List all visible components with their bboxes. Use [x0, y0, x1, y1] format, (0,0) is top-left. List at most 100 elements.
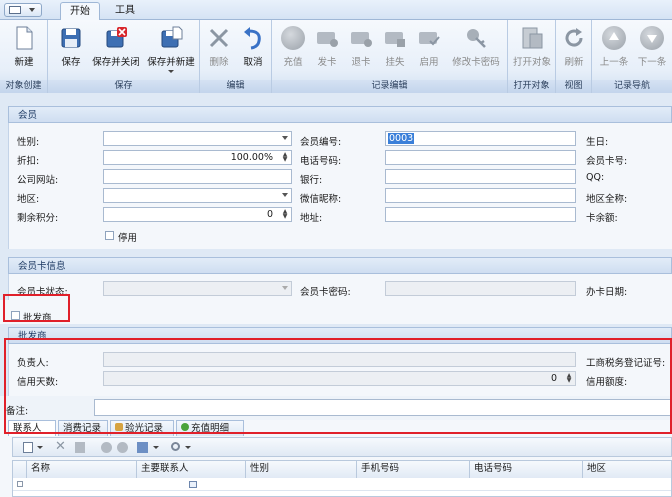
grid-header-phone[interactable]: 电话号码 [470, 461, 583, 478]
enable-button[interactable]: 启用 [414, 24, 444, 76]
quick-access-menu-button[interactable] [4, 3, 42, 17]
highlight-box-wholesale-checkbox [3, 294, 70, 322]
undo-arrow-icon [244, 27, 261, 50]
member-no-field[interactable]: 0003 [385, 131, 576, 146]
refresh-button[interactable]: 刷新 [559, 24, 589, 76]
balance-label: 卡余额: [586, 213, 618, 224]
card-status-select[interactable] [103, 281, 292, 296]
arrow-down-icon[interactable] [117, 442, 128, 453]
section-title-card: 会员卡信息 [8, 257, 672, 274]
new-row-icon[interactable] [23, 442, 33, 453]
card-check-icon [419, 32, 440, 46]
member-no-label: 会员编号: [300, 137, 342, 148]
new-row-marker-icon [17, 481, 23, 487]
group-label-object-create: 对象创建 [0, 80, 47, 93]
save-new-button[interactable]: 保存并新建 [144, 24, 198, 76]
group-view: 刷新 视图 [556, 20, 592, 93]
gender-select[interactable] [103, 131, 292, 146]
ribbon-toolbar: 新建 对象创建 保存 保存并关闭 保存并新建 保存 删除 取消 编辑 充值 发卡… [0, 20, 672, 93]
website-field[interactable] [103, 169, 292, 184]
save-button[interactable]: 保存 [54, 24, 88, 76]
previous-record-button[interactable]: 上一条 [596, 24, 632, 76]
group-label-record-nav: 记录导航 [592, 80, 672, 93]
grid-header-name[interactable]: 名称 [27, 461, 137, 478]
next-record-button[interactable]: 下一条 [634, 24, 670, 76]
chevron-down-icon[interactable] [37, 446, 43, 449]
region-select[interactable] [103, 188, 292, 203]
recharge-coin-icon [281, 26, 305, 50]
grid-header-primary-contact[interactable]: 主要联系人 [137, 461, 246, 478]
spinner-arrows-icon[interactable]: ▲ ▼ [281, 152, 289, 163]
points-spinner[interactable]: 0 ▲ ▼ [103, 207, 292, 222]
copy-icon[interactable] [75, 442, 85, 453]
region-label: 地区: [17, 194, 40, 205]
delete-row-icon[interactable]: ✕ [55, 439, 66, 454]
open-object-button[interactable]: 打开对象 [511, 24, 553, 76]
qq-label: QQ: [586, 172, 605, 183]
gender-label: 性别: [17, 137, 40, 148]
bank-field[interactable] [385, 169, 576, 184]
disabled-checkbox-label: 停用 [118, 233, 138, 244]
discount-label: 折扣: [17, 156, 40, 167]
wechat-field[interactable] [385, 188, 576, 203]
checkbox-icon[interactable] [189, 481, 197, 488]
key-icon [467, 29, 486, 48]
grid-header-gender[interactable]: 性别 [246, 461, 357, 478]
issue-card-button[interactable]: 发卡 [312, 24, 342, 76]
chevron-down-icon[interactable] [153, 446, 159, 449]
save-close-button[interactable]: 保存并关闭 [90, 24, 142, 76]
save-grid-icon[interactable] [137, 442, 148, 453]
phone-field[interactable] [385, 150, 576, 165]
card-no-label: 会员卡号: [586, 156, 628, 167]
app-menu-icon [9, 6, 21, 14]
group-open-object: 打开对象 打开对象 [508, 20, 556, 93]
group-label-open-object: 打开对象 [508, 80, 555, 93]
grid-new-row[interactable] [13, 479, 671, 491]
discount-value: 100.00% [230, 152, 273, 163]
report-loss-button[interactable]: 挂失 [380, 24, 410, 76]
search-icon[interactable] [171, 442, 180, 451]
save-close-icon [106, 27, 127, 48]
card-password-field[interactable] [385, 281, 576, 296]
save-new-icon [161, 26, 183, 48]
group-save: 保存 保存并关闭 保存并新建 保存 [48, 20, 200, 93]
arrow-up-icon [602, 26, 626, 50]
group-label-edit: 编辑 [200, 80, 271, 93]
card-plus-icon [317, 32, 338, 47]
group-object-create: 新建 对象创建 [0, 20, 48, 93]
grid-header-region[interactable]: 地区 [583, 461, 671, 478]
address-label: 地址: [300, 213, 323, 224]
disabled-checkbox[interactable] [105, 231, 114, 240]
new-document-icon [16, 26, 33, 50]
delete-button[interactable]: 删除 [204, 24, 234, 76]
birthday-label: 生日: [586, 137, 609, 148]
region-full-label: 地区全称: [586, 194, 628, 205]
card-lock-icon [385, 32, 405, 47]
delete-x-icon [209, 28, 229, 48]
arrow-up-icon[interactable] [101, 442, 112, 453]
cancel-button[interactable]: 取消 [238, 24, 268, 76]
grid-row-indicator-header [13, 461, 27, 478]
tab-home[interactable]: 开始 [60, 2, 100, 20]
spinner-arrows-icon[interactable]: ▲ ▼ [281, 209, 289, 220]
discount-spinner[interactable]: 100.00% ▲ ▼ [103, 150, 292, 165]
bank-label: 银行: [300, 175, 323, 186]
grid-header-mobile[interactable]: 手机号码 [357, 461, 470, 478]
change-card-password-button[interactable]: 修改卡密码 [448, 24, 504, 76]
group-edit: 删除 取消 编辑 [200, 20, 272, 93]
wholesale-toggle-row [0, 300, 672, 324]
arrow-down-icon [640, 26, 664, 50]
open-object-icon [522, 27, 543, 49]
chevron-down-icon[interactable] [185, 446, 191, 449]
floppy-disk-icon [61, 28, 81, 48]
recharge-button[interactable]: 充值 [278, 24, 308, 76]
new-button[interactable]: 新建 [4, 24, 44, 76]
return-card-button[interactable]: 退卡 [346, 24, 376, 76]
address-field[interactable] [385, 207, 576, 222]
chevron-down-icon [282, 136, 288, 140]
section-title-member: 会员 [8, 106, 672, 123]
highlight-box-wholesaler-section [4, 338, 672, 434]
tab-tools[interactable]: 工具 [106, 2, 144, 20]
chevron-down-icon [282, 193, 288, 197]
group-label-view: 视图 [556, 80, 591, 93]
